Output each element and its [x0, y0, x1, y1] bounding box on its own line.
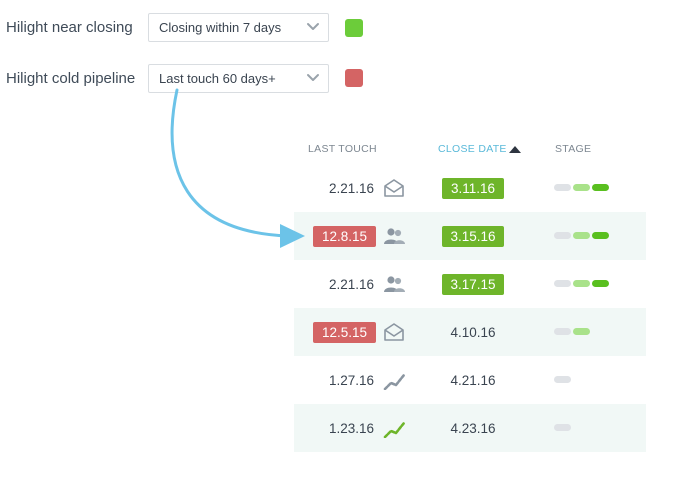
- table-row[interactable]: 1.23.16 4.23.16: [294, 404, 646, 452]
- close-date-near-badge: 3.15.16: [442, 226, 504, 247]
- email-icon: [384, 179, 404, 197]
- table-row[interactable]: 2.21.16 3.11.16: [294, 164, 646, 212]
- sort-ascending-icon[interactable]: [509, 146, 521, 153]
- cold-pipeline-color-swatch[interactable]: [345, 69, 363, 87]
- people-icon: [384, 228, 405, 244]
- stage-segment: [573, 232, 590, 239]
- stage-indicator: [554, 328, 590, 335]
- close-date: 4.21.16: [450, 372, 496, 388]
- last-touch-date: 1.27.16: [328, 372, 374, 388]
- close-date-near-badge: 3.11.16: [442, 178, 504, 199]
- last-touch-cold-badge: 12.8.15: [313, 226, 376, 247]
- stage-segment: [592, 184, 609, 191]
- cold-pipeline-control: Hilight cold pipeline Last touch 60 days…: [6, 64, 329, 93]
- near-closing-label: Hilight near closing: [6, 19, 133, 36]
- cold-pipeline-select[interactable]: Last touch 60 days+: [148, 64, 329, 93]
- stage-indicator: [554, 280, 609, 287]
- close-date-near-badge: 3.17.15: [442, 274, 504, 295]
- column-header-stage[interactable]: STAGE: [555, 143, 591, 155]
- stage-indicator: [554, 184, 609, 191]
- table-row[interactable]: 1.27.16 4.21.16: [294, 356, 646, 404]
- last-touch-date: 1.23.16: [328, 420, 374, 436]
- stage-segment: [573, 280, 590, 287]
- stage-segment: [592, 280, 609, 287]
- last-touch-date: 2.21.16: [328, 180, 374, 196]
- stage-indicator: [554, 376, 571, 383]
- stage-segment: [573, 184, 590, 191]
- near-closing-select-value: Closing within 7 days: [159, 20, 282, 35]
- stage-segment: [554, 280, 571, 287]
- cold-pipeline-label: Hilight cold pipeline: [6, 70, 136, 87]
- cold-pipeline-select-value: Last touch 60 days+: [159, 71, 276, 86]
- stage-segment: [592, 232, 609, 239]
- stage-segment: [573, 328, 590, 335]
- email-icon: [384, 323, 404, 341]
- stage-segment: [554, 376, 571, 383]
- stage-indicator: [554, 424, 571, 431]
- web-activity-icon: [383, 373, 406, 390]
- last-touch-date: 2.21.16: [328, 276, 374, 292]
- people-icon: [384, 276, 405, 292]
- near-closing-control: Hilight near closing Closing within 7 da…: [6, 13, 329, 42]
- column-header-last-touch[interactable]: LAST TOUCH: [308, 143, 377, 155]
- close-date: 4.23.16: [450, 420, 496, 436]
- stage-segment: [554, 232, 571, 239]
- chevron-down-icon: [307, 74, 319, 81]
- chevron-down-icon: [307, 23, 319, 30]
- near-closing-color-swatch[interactable]: [345, 19, 363, 37]
- near-closing-select[interactable]: Closing within 7 days: [148, 13, 329, 42]
- column-header-close-date[interactable]: CLOSE DATE: [438, 143, 507, 155]
- close-date: 4.10.16: [450, 324, 496, 340]
- table-row[interactable]: 2.21.16 3.17.15: [294, 260, 646, 308]
- stage-segment: [554, 424, 571, 431]
- table-row[interactable]: 12.8.15 3.15.16: [294, 212, 646, 260]
- stage-indicator: [554, 232, 609, 239]
- stage-segment: [554, 328, 571, 335]
- last-touch-cold-badge: 12.5.15: [313, 322, 376, 343]
- web-activity-active-icon: [383, 421, 406, 438]
- table-row[interactable]: 12.5.15 4.10.16: [294, 308, 646, 356]
- stage-segment: [554, 184, 571, 191]
